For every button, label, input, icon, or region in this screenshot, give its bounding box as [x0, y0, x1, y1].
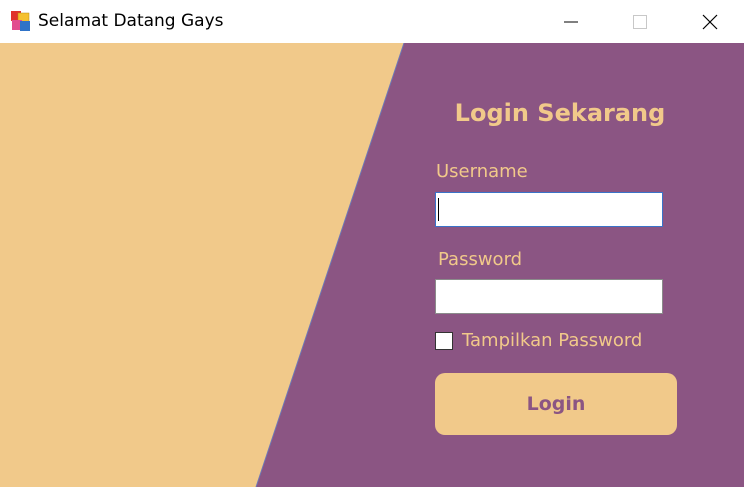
maximize-icon [633, 14, 647, 29]
maximize-button[interactable] [617, 0, 663, 43]
password-label: Password [438, 249, 523, 270]
form-title: Login Sekarang [454, 99, 666, 127]
close-icon [702, 14, 718, 29]
minimize-button[interactable] [548, 0, 594, 43]
show-password-label[interactable]: Tampilkan Password [462, 330, 642, 351]
app-icon [10, 10, 32, 32]
window-title: Selamat Datang Gays [38, 11, 224, 31]
username-label: Username [436, 161, 528, 182]
login-form-panel: Login Sekarang Username Password Tampilk… [0, 43, 744, 487]
text-caret [438, 198, 439, 221]
username-input[interactable] [435, 192, 663, 227]
close-button[interactable] [687, 0, 733, 43]
title-bar: Selamat Datang Gays [0, 0, 744, 43]
show-password-checkbox[interactable] [435, 332, 453, 350]
password-input[interactable] [435, 279, 663, 314]
minimize-icon [564, 21, 578, 22]
login-button[interactable]: Login [435, 373, 677, 435]
